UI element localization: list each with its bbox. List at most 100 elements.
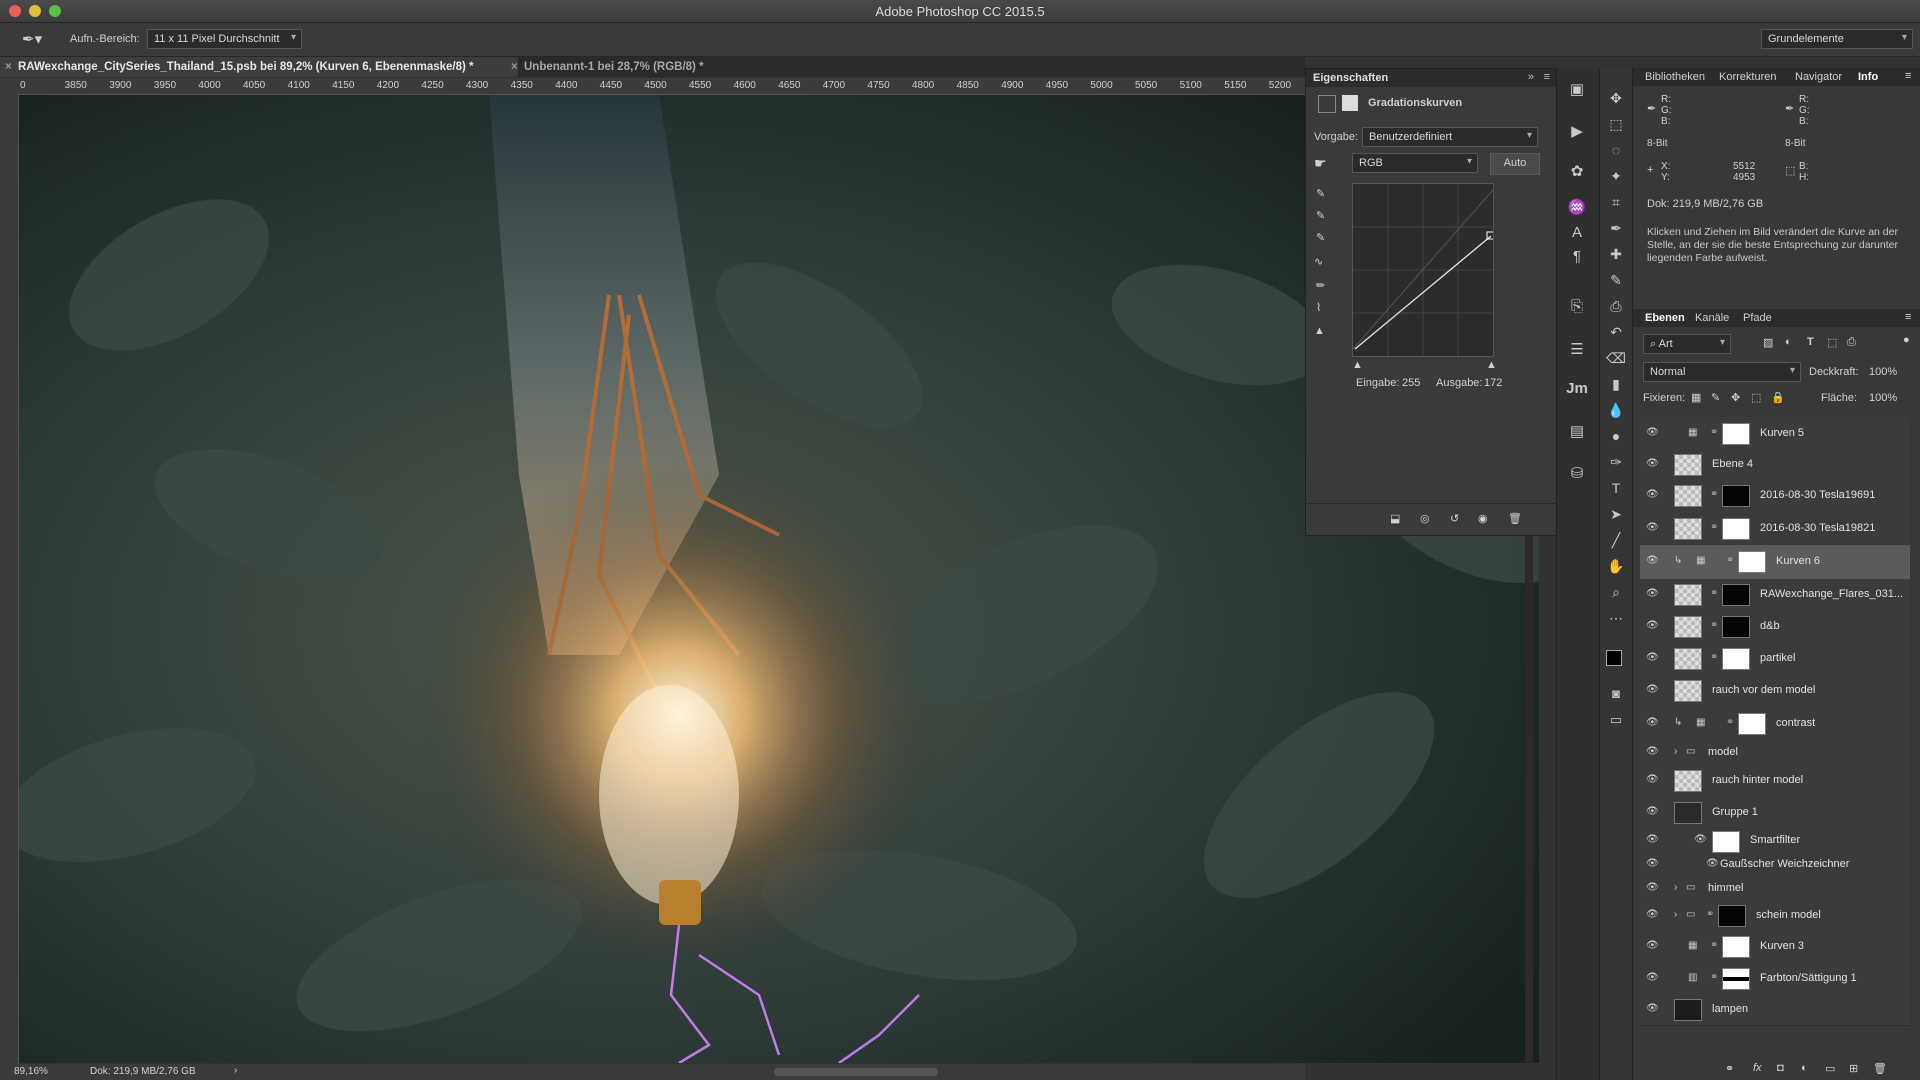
fill-value[interactable]: 100% — [1869, 392, 1897, 404]
visibility-eye-icon[interactable]: 👁 — [1646, 489, 1659, 500]
screen-mode-icon[interactable]: ▭ — [1604, 712, 1628, 728]
visibility-eye-icon[interactable]: 👁 — [1646, 909, 1659, 920]
visibility-eye-icon[interactable]: 👁 — [1646, 972, 1659, 983]
view-previous-state-icon[interactable]: ◎ — [1420, 512, 1430, 525]
visibility-eye-icon[interactable]: 👁 — [1646, 620, 1659, 631]
mask-link-icon[interactable]: ⚭ — [1710, 489, 1718, 500]
layer-row[interactable]: 👁 Gruppe 1 — [1640, 797, 1910, 830]
visibility-eye-icon[interactable]: 👁 — [1646, 746, 1659, 757]
auto-button[interactable]: Auto — [1490, 153, 1540, 175]
output-value[interactable]: 172 — [1484, 377, 1502, 389]
tab-adjustments[interactable]: Korrekturen — [1719, 71, 1776, 83]
close-tab-icon[interactable]: × — [5, 57, 12, 77]
layer-row[interactable]: 👁 › ▭ himmel — [1640, 877, 1910, 902]
delete-layer-icon[interactable]: 🗑 — [1873, 1062, 1887, 1075]
layer-filter-dropdown[interactable]: ⌕ Art ▾ — [1643, 334, 1731, 354]
new-group-icon[interactable]: ▭ — [1825, 1062, 1835, 1075]
panel-menu-icon[interactable]: ≡ — [1544, 71, 1550, 83]
move-tool-icon[interactable]: ✥ — [1604, 90, 1628, 107]
visibility-eye-icon[interactable]: 👁 — [1646, 427, 1659, 438]
pencil-curve-icon[interactable]: ✏ — [1316, 279, 1325, 292]
zoom-level[interactable]: 89,16% — [14, 1066, 48, 1077]
paragraph-panel-icon[interactable]: ¶ — [1565, 248, 1589, 265]
visibility-eye-icon[interactable]: 👁 — [1646, 588, 1659, 599]
layer-row[interactable]: 👁 ▦ ⚭ Kurven 3 — [1640, 931, 1910, 964]
actions-panel-icon[interactable]: ▶ — [1565, 122, 1589, 140]
lock-image-icon[interactable]: ✎ — [1711, 391, 1720, 404]
layer-row[interactable]: 👁 › ▭ model — [1640, 741, 1910, 766]
filter-pixel-icon[interactable]: ▨ — [1763, 336, 1773, 349]
layer-style-icon[interactable]: fx — [1753, 1062, 1762, 1074]
delete-adjustment-icon[interactable]: 🗑 — [1508, 512, 1522, 525]
layer-mask-icon[interactable] — [1342, 95, 1358, 111]
layer-row[interactable]: 👁 ↳ ▦ ⚭ Kurven 6 — [1640, 545, 1910, 580]
visibility-eye-icon[interactable]: 👁 — [1646, 834, 1659, 845]
white-slider-icon[interactable]: ▲ — [1486, 359, 1497, 371]
eyedropper-icon[interactable]: ✒ — [1604, 220, 1628, 237]
mask-link-icon[interactable]: ⚭ — [1726, 555, 1734, 566]
layer-row[interactable]: 👁 ↳ ▦ ⚭ contrast — [1640, 707, 1910, 742]
filter-shape-icon[interactable]: ⬚ — [1827, 336, 1837, 349]
filter-adjustment-icon[interactable]: ◐ — [1785, 336, 1792, 348]
properties-panel-icon[interactable]: ▣ — [1565, 80, 1589, 98]
crop-tool-icon[interactable]: ⌗ — [1604, 194, 1628, 211]
new-adjustment-icon[interactable]: ◐ — [1801, 1062, 1808, 1074]
blur-tool-icon[interactable]: 💧 — [1604, 402, 1628, 419]
blend-mode-dropdown[interactable]: Normal ▾ — [1643, 362, 1801, 382]
mask-link-icon[interactable]: ⚭ — [1710, 588, 1718, 599]
layer-row[interactable]: 👁 › ▭ ⚭ schein model — [1640, 901, 1910, 932]
history-brush-icon[interactable]: ↶ — [1604, 324, 1628, 341]
marquee-tool-icon[interactable]: ⬚ — [1604, 116, 1628, 133]
white-point-eyedropper-icon[interactable]: ✎ — [1316, 231, 1325, 244]
tab-libraries[interactable]: Bibliotheken — [1645, 71, 1705, 83]
dodge-tool-icon[interactable]: ● — [1604, 428, 1628, 444]
layer-comps-icon[interactable]: ☰ — [1565, 340, 1589, 358]
layer-row[interactable]: 👁 ⚭ 2016-08-30 Tesla19691 — [1640, 480, 1910, 513]
character-panel-icon[interactable]: A — [1565, 224, 1589, 241]
layer-row[interactable]: 👁 ⚭ partikel — [1640, 643, 1910, 676]
magic-wand-icon[interactable]: ✦ — [1604, 168, 1628, 185]
lock-transparency-icon[interactable]: ▦ — [1691, 391, 1701, 404]
layer-row[interactable]: 👁 ⚭ RAWexchange_Flares_031... — [1640, 579, 1910, 612]
status-menu-arrow-icon[interactable]: › — [234, 1065, 237, 1076]
zoom-tool-icon[interactable]: ⌕ — [1604, 584, 1628, 601]
horizontal-scrollbar-thumb[interactable] — [774, 1068, 938, 1076]
visibility-eye-icon[interactable]: 👁 — [1646, 806, 1659, 817]
visibility-eye-icon[interactable]: 👁 — [1646, 774, 1659, 785]
toggle-visibility-icon[interactable]: ◉ — [1478, 512, 1488, 525]
histogram-icon[interactable]: ▤ — [1565, 422, 1589, 440]
close-tab-icon[interactable]: × — [511, 57, 518, 77]
lock-artboard-icon[interactable]: ⬚ — [1751, 391, 1761, 404]
visibility-eye-icon[interactable]: 👁 — [1646, 1003, 1659, 1014]
brush-settings-icon[interactable]: ✿ — [1565, 162, 1589, 180]
visibility-eye-icon[interactable]: 👁 — [1646, 522, 1659, 533]
mask-link-icon[interactable]: ⚭ — [1710, 620, 1718, 631]
layer-row[interactable]: 👁 rauch hinter model — [1640, 765, 1910, 798]
layer-row[interactable]: 👁 👁 Smartfilter — [1640, 829, 1910, 854]
brush-tool-icon[interactable]: ✎ — [1604, 272, 1628, 289]
visibility-eye-icon[interactable]: 👁 — [1646, 458, 1659, 469]
visibility-eye-icon[interactable]: 👁 — [1646, 882, 1659, 893]
quick-mask-icon[interactable]: ◙ — [1604, 686, 1628, 701]
clip-to-layer-icon[interactable]: ⬓ — [1390, 512, 1400, 525]
tab-info[interactable]: Info — [1858, 71, 1878, 83]
layer-row[interactable]: 👁 rauch vor dem model — [1640, 675, 1910, 708]
filter-toggle-icon[interactable]: ● — [1903, 334, 1910, 346]
filter-smart-icon[interactable]: ⎙ — [1847, 336, 1856, 349]
opacity-value[interactable]: 100% — [1869, 366, 1897, 378]
layer-row[interactable]: 👁 ▥ ⚭ Farbton/Sättigung 1 — [1640, 963, 1910, 996]
channel-dropdown[interactable]: RGB ▾ — [1352, 153, 1478, 173]
tab-channels[interactable]: Kanäle — [1695, 312, 1729, 324]
mask-link-icon[interactable]: ⚭ — [1710, 652, 1718, 663]
layer-row[interactable]: 👁 ▦ ⚭ Kurven 5 — [1640, 417, 1910, 451]
clone-stamp-icon[interactable]: ⎙ — [1604, 298, 1628, 315]
targeted-adjustment-tool-icon[interactable]: ☛ — [1314, 155, 1327, 172]
layer-row[interactable]: 👁 ⚭ 2016-08-30 Tesla19821 — [1640, 512, 1910, 546]
tab-navigator[interactable]: Navigator — [1795, 71, 1842, 83]
plugin-jm-icon[interactable]: Jm — [1565, 380, 1589, 397]
gray-point-eyedropper-icon[interactable]: ✎ — [1316, 209, 1325, 222]
visibility-eye-icon[interactable]: 👁 — [1646, 652, 1659, 663]
layer-row[interactable]: 👁 Ebene 4 — [1640, 450, 1910, 481]
document-tab-inactive[interactable]: × Unbenannt-1 bei 28,7% (RGB/8) * — [506, 57, 764, 77]
layer-row[interactable]: 👁 👁 Gaußscher Weichzeichner — [1640, 853, 1910, 878]
